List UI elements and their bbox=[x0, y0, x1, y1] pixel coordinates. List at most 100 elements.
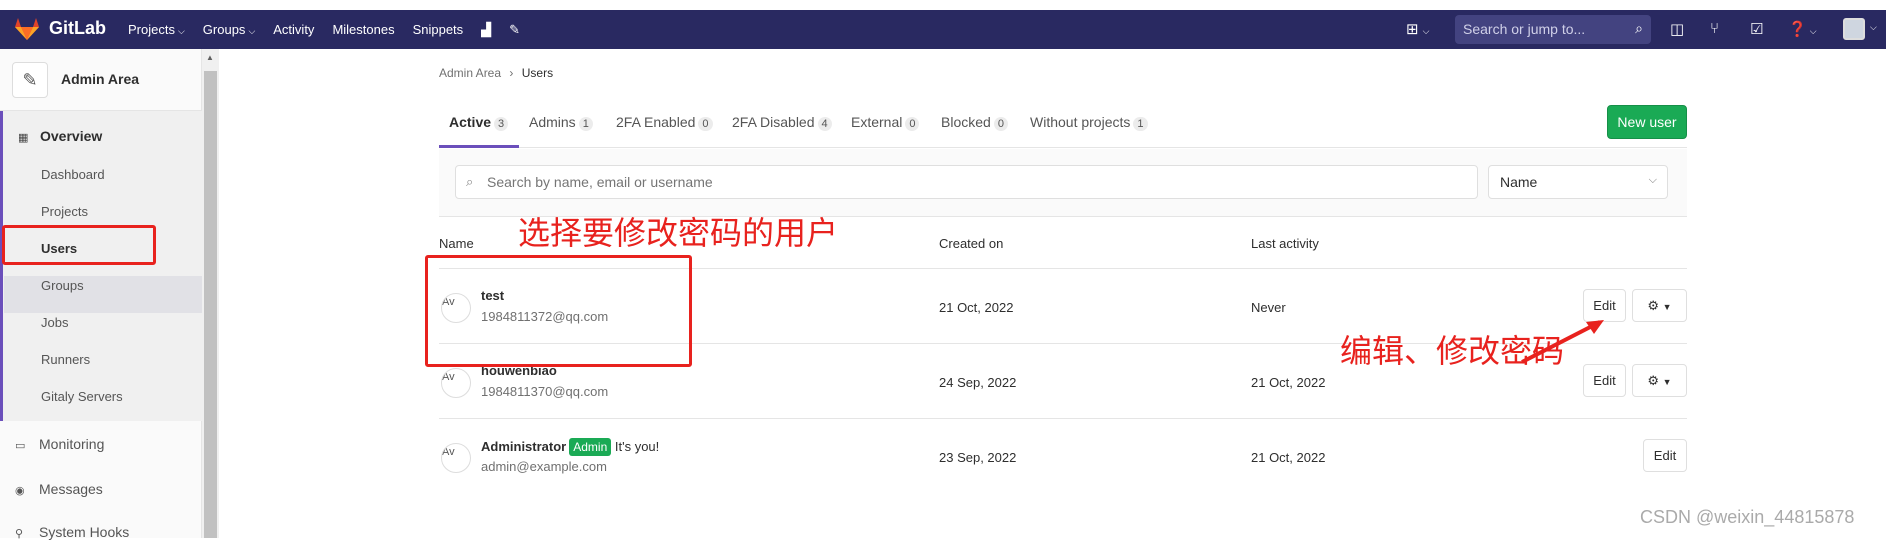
active-tab-underline bbox=[439, 145, 519, 148]
admin-badge: Admin bbox=[569, 438, 612, 456]
tab-external[interactable]: External 0 bbox=[851, 114, 920, 131]
top-navbar: GitLab Projects ⌵ Groups ⌵ Activity Milest… bbox=[0, 10, 1886, 49]
last-activity: 21 Oct, 2022 bbox=[1251, 450, 1326, 465]
sidebar-scrollbar[interactable]: ▲ bbox=[202, 49, 219, 538]
breadcrumb-admin-area[interactable]: Admin Area bbox=[439, 66, 501, 80]
window-top-strip bbox=[0, 0, 1886, 10]
tab-count-badge: 1 bbox=[578, 117, 593, 131]
issues-icon[interactable]: ◫ bbox=[1670, 20, 1684, 38]
gear-icon: ⚙ bbox=[1647, 298, 1660, 313]
sidebar-item-groups[interactable]: Groups bbox=[41, 278, 84, 293]
last-activity: 21 Oct, 2022 bbox=[1251, 375, 1326, 390]
last-activity: Never bbox=[1251, 300, 1286, 315]
sidebar-overview-group: ▦ Overview Dashboard Projects Users Group… bbox=[0, 111, 202, 421]
tab-count-badge: 0 bbox=[905, 117, 920, 131]
wrench-icon[interactable]: ✎ bbox=[509, 22, 520, 38]
sidebar-active-highlight bbox=[4, 276, 202, 313]
help-icon[interactable]: ❓ ⌵ bbox=[1788, 20, 1817, 38]
watermark: CSDN @weixin_44815878 bbox=[1640, 507, 1855, 527]
menu-activity[interactable]: Activity bbox=[273, 22, 314, 37]
annotation-box-user-test bbox=[425, 255, 692, 367]
created-on: 21 Oct, 2022 bbox=[939, 300, 1014, 315]
sidebar-item-monitoring[interactable]: ▭ Monitoring bbox=[15, 436, 104, 452]
sidebar-item-dashboard[interactable]: Dashboard bbox=[41, 167, 105, 182]
tab-count-badge: 0 bbox=[993, 117, 1008, 131]
created-on: 23 Sep, 2022 bbox=[939, 450, 1017, 465]
annotation-box-users bbox=[2, 225, 156, 265]
sidebar-item-jobs[interactable]: Jobs bbox=[41, 315, 68, 330]
tab-count-badge: 3 bbox=[494, 117, 509, 131]
settings-dropdown-button[interactable]: ⚙ ▼ bbox=[1632, 364, 1687, 397]
brand-name[interactable]: GitLab bbox=[49, 18, 106, 39]
created-on: 24 Sep, 2022 bbox=[939, 375, 1017, 390]
tab-admins[interactable]: Admins 1 bbox=[529, 114, 593, 131]
sidebar-header[interactable]: ✎ Admin Area bbox=[0, 49, 202, 111]
chevron-down-icon: ⌵ bbox=[248, 26, 256, 36]
tab-count-badge: 0 bbox=[698, 117, 713, 131]
tab-blocked[interactable]: Blocked 0 bbox=[941, 114, 1008, 131]
sidebar-item-gitaly-servers[interactable]: Gitaly Servers bbox=[41, 389, 123, 404]
todo-icon[interactable]: ☑ bbox=[1750, 20, 1763, 38]
tab-active[interactable]: Active 3 bbox=[449, 114, 509, 131]
chevron-down-icon: ⌵ bbox=[1648, 174, 1657, 186]
search-icon: ⌕ bbox=[466, 174, 474, 189]
tab-count-badge: 1 bbox=[1133, 117, 1148, 131]
avatar: Av bbox=[441, 368, 471, 398]
sidebar-item-messages[interactable]: ◉ Messages bbox=[15, 481, 103, 497]
user-avatar[interactable] bbox=[1843, 18, 1865, 40]
sidebar-item-runners[interactable]: Runners bbox=[41, 352, 90, 367]
top-menu: Projects ⌵ Groups ⌵ Activity Milestones Sn… bbox=[128, 10, 538, 49]
caret-down-icon: ▼ bbox=[1662, 302, 1672, 312]
chevron-down-icon: ⌵ bbox=[177, 26, 185, 36]
menu-groups[interactable]: Groups ⌵ bbox=[203, 22, 255, 37]
tab-without-projects[interactable]: Without projects 1 bbox=[1030, 114, 1148, 131]
monitor-icon: ▭ bbox=[15, 440, 26, 452]
tab-2fa-disabled[interactable]: 2FA Disabled 4 bbox=[732, 114, 832, 131]
menu-milestones[interactable]: Milestones bbox=[332, 22, 394, 37]
scrollbar-thumb[interactable] bbox=[204, 71, 217, 538]
broadcast-icon: ◉ bbox=[15, 485, 25, 497]
sidebar-item-projects[interactable]: Projects bbox=[41, 204, 88, 219]
user-search-input[interactable] bbox=[455, 165, 1478, 199]
caret-down-icon: ▼ bbox=[1662, 377, 1672, 387]
chart-icon[interactable]: ▟ bbox=[481, 22, 491, 38]
column-header-last-activity: Last activity bbox=[1251, 236, 1319, 251]
menu-snippets[interactable]: Snippets bbox=[413, 22, 464, 37]
wrench-icon: ✎ bbox=[12, 62, 48, 98]
sidebar: ✎ Admin Area ▦ Overview Dashboard Project… bbox=[0, 49, 202, 540]
its-you-label: It's you! bbox=[614, 439, 660, 454]
gear-icon: ⚙ bbox=[1647, 373, 1660, 388]
user-tabs: Active 3 Admins 1 2FA Enabled 0 2FA Disable… bbox=[439, 96, 1687, 148]
sort-dropdown[interactable]: Name ⌵ bbox=[1488, 165, 1668, 199]
gitlab-logo-icon[interactable] bbox=[14, 17, 40, 41]
scroll-up-icon[interactable]: ▲ bbox=[206, 53, 214, 62]
chevron-down-icon[interactable]: ⌵ bbox=[1870, 22, 1877, 33]
search-icon: ⌕ bbox=[1635, 20, 1643, 36]
menu-projects[interactable]: Projects ⌵ bbox=[128, 22, 185, 37]
new-user-button[interactable]: New user bbox=[1607, 105, 1687, 139]
hook-icon: ⚲ bbox=[15, 528, 24, 540]
settings-dropdown-button[interactable]: ⚙ ▼ bbox=[1632, 289, 1687, 322]
annotation-select-user: 选择要修改密码的用户 bbox=[518, 214, 839, 252]
breadcrumb-separator: › bbox=[509, 66, 514, 80]
table-row: Av Administrator Admin It's you! admin@ex… bbox=[439, 419, 1687, 494]
sidebar-title: Admin Area bbox=[61, 71, 140, 87]
column-header-name: Name bbox=[439, 236, 474, 251]
user-name-link[interactable]: Administrator Admin It's you! bbox=[481, 438, 659, 456]
breadcrumb-users[interactable]: Users bbox=[522, 66, 553, 80]
breadcrumb: Admin Area › Users bbox=[439, 66, 553, 80]
sidebar-item-overview[interactable]: ▦ Overview bbox=[18, 128, 102, 144]
user-email: admin@example.com bbox=[481, 459, 607, 474]
grid-icon: ▦ bbox=[18, 132, 29, 144]
annotation-arrow-icon bbox=[1521, 320, 1604, 364]
column-header-created: Created on bbox=[939, 236, 1004, 251]
merge-request-icon[interactable]: ⑂ bbox=[1710, 20, 1719, 37]
plus-square-icon[interactable]: ⊞ ⌵ bbox=[1406, 20, 1429, 38]
edit-button[interactable]: Edit bbox=[1643, 439, 1687, 472]
filter-bar: ⌕ Name ⌵ bbox=[439, 149, 1687, 217]
tab-2fa-enabled[interactable]: 2FA Enabled 0 bbox=[616, 114, 713, 131]
avatar: Av bbox=[441, 443, 471, 473]
tab-count-badge: 4 bbox=[817, 117, 832, 131]
user-email: 1984811370@qq.com bbox=[481, 384, 609, 399]
global-search-input[interactable]: Search or jump to... ⌕ bbox=[1455, 15, 1651, 44]
